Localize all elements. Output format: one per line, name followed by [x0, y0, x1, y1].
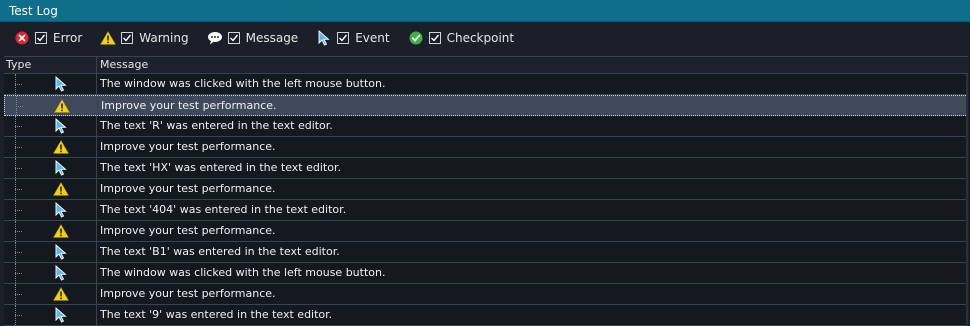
type-cell — [4, 305, 97, 325]
type-cell — [4, 137, 97, 157]
message-cell: The window was clicked with the left mou… — [100, 77, 386, 90]
log-row[interactable]: The text '9' was entered in the text edi… — [4, 305, 968, 326]
panel-title-bar: Test Log — [0, 0, 970, 22]
message-cell: Improve your test performance. — [100, 182, 276, 195]
event-icon — [53, 265, 69, 281]
filter-event[interactable]: Event — [316, 30, 390, 46]
event-icon — [53, 160, 69, 176]
filter-label: Error — [53, 31, 83, 45]
panel-title: Test Log — [9, 3, 58, 18]
tree-connector — [15, 294, 22, 295]
warning-icon — [100, 30, 117, 46]
type-cell — [4, 179, 97, 199]
event-icon — [53, 118, 69, 134]
log-row[interactable]: Improve your test performance. — [4, 137, 968, 158]
log-row[interactable]: The text 'R' was entered in the text edi… — [4, 116, 968, 137]
grid-header: Type Message — [4, 57, 968, 74]
tree-connector — [15, 189, 22, 190]
filter-label: Checkpoint — [446, 31, 515, 45]
message-cell: Improve your test performance. — [101, 99, 277, 112]
message-cell: Improve your test performance. — [100, 140, 276, 153]
tree-connector — [15, 168, 22, 169]
log-row[interactable]: The text 'HX' was entered in the text ed… — [4, 158, 968, 179]
event-checkbox[interactable] — [337, 32, 350, 44]
warning-icon — [53, 181, 69, 197]
checkpoint-icon — [408, 30, 424, 46]
message-cell: The window was clicked with the left mou… — [100, 266, 386, 279]
filter-label: Message — [245, 31, 299, 45]
message-cell: The text 'B1' was entered in the text ed… — [100, 245, 340, 258]
warning-icon — [53, 139, 69, 155]
event-icon — [53, 202, 69, 218]
type-cell — [4, 74, 97, 94]
message-cell: The text '9' was entered in the text edi… — [100, 308, 333, 321]
tree-connector — [15, 315, 22, 316]
filter-error[interactable]: Error — [14, 30, 82, 46]
tree-connector — [15, 231, 22, 232]
column-header-message[interactable]: Message — [97, 57, 968, 73]
log-row[interactable]: The window was clicked with the left mou… — [4, 263, 968, 284]
message-cell: The text 'HX' was entered in the text ed… — [100, 161, 341, 174]
type-cell — [4, 263, 97, 283]
tree-connector — [15, 147, 22, 148]
filter-warning[interactable]: Warning — [100, 30, 189, 46]
vertical-scrollbar[interactable] — [966, 74, 968, 326]
message-icon — [207, 30, 223, 46]
warning-icon — [54, 98, 70, 114]
event-icon — [53, 76, 69, 92]
filter-label: Event — [355, 31, 390, 45]
message-cell: Improve your test performance. — [100, 287, 276, 300]
tree-connector — [15, 273, 22, 274]
event-icon — [53, 244, 69, 260]
log-rows: The window was clicked with the left mou… — [4, 74, 968, 326]
error-icon — [14, 30, 30, 46]
filter-toolbar: Error Warning Message Event Checkpoint — [0, 22, 970, 54]
type-cell — [4, 200, 97, 220]
error-checkbox[interactable] — [35, 32, 47, 44]
event-icon — [316, 30, 332, 46]
warning-icon — [53, 223, 69, 239]
filter-label: Warning — [139, 31, 189, 45]
tree-connector — [15, 126, 22, 127]
type-cell — [5, 96, 98, 115]
checkpoint-checkbox[interactable] — [428, 32, 441, 44]
tree-connector — [15, 84, 22, 85]
test-log-panel: Test Log Error Warning Message Event Che… — [0, 0, 970, 326]
log-row[interactable]: Improve your test performance. — [4, 221, 968, 242]
log-row[interactable]: The text '404' was entered in the text e… — [4, 200, 968, 221]
type-cell — [4, 116, 97, 136]
message-cell: The text 'R' was entered in the text edi… — [100, 119, 333, 132]
message-cell: Improve your test performance. — [100, 224, 276, 237]
event-icon — [53, 307, 69, 323]
log-row[interactable]: Improve your test performance. — [4, 95, 968, 116]
type-cell — [4, 284, 97, 304]
type-cell — [4, 242, 97, 262]
tree-connector — [16, 106, 23, 107]
log-grid: Type Message The window was clicked with… — [4, 56, 968, 326]
filter-message[interactable]: Message — [207, 30, 299, 46]
tree-connector — [15, 210, 22, 211]
warning-icon — [53, 286, 69, 302]
type-cell — [4, 158, 97, 178]
warning-checkbox[interactable] — [121, 32, 134, 44]
column-header-type[interactable]: Type — [4, 57, 97, 73]
type-cell — [4, 221, 97, 241]
log-row[interactable]: Improve your test performance. — [4, 284, 968, 305]
log-row[interactable]: The text 'B1' was entered in the text ed… — [4, 242, 968, 263]
message-checkbox[interactable] — [227, 32, 240, 44]
message-cell: The text '404' was entered in the text e… — [100, 203, 347, 216]
tree-connector — [15, 252, 22, 253]
filter-checkpoint[interactable]: Checkpoint — [408, 30, 515, 46]
log-row[interactable]: The window was clicked with the left mou… — [4, 74, 968, 95]
log-row[interactable]: Improve your test performance. — [4, 179, 968, 200]
